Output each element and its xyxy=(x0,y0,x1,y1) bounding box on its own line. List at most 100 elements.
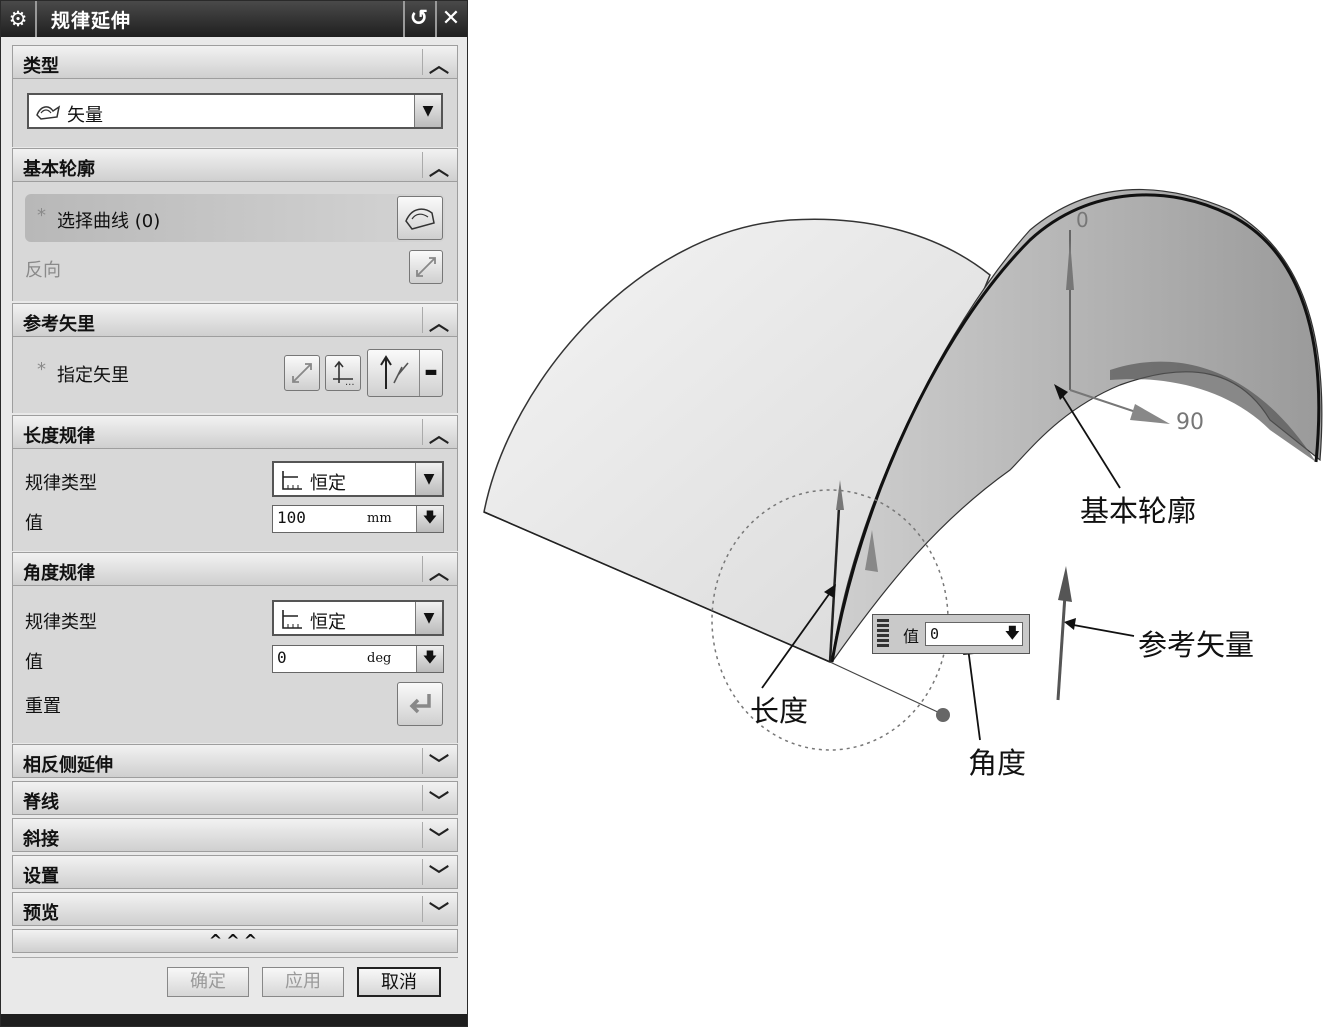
section-header-angle-law[interactable]: 角度规律 ︿ xyxy=(12,552,458,586)
chevron-down-icon[interactable]: ▼ xyxy=(414,95,441,127)
arrow-down-icon[interactable]: 🡇 xyxy=(1005,623,1020,648)
dialog-bottom-bar xyxy=(1,1014,467,1026)
leader-arrowhead xyxy=(1064,618,1076,630)
reset-button[interactable] xyxy=(397,682,443,726)
expand-icon[interactable]: ﹀ xyxy=(429,859,449,888)
length-handle-ball[interactable] xyxy=(936,708,950,722)
handle-value: 0 xyxy=(930,625,940,643)
expand-icon[interactable]: ﹀ xyxy=(429,785,449,814)
angle-unit: deg xyxy=(367,651,392,666)
section-header-spine[interactable]: 脊线 ﹀ xyxy=(12,781,458,815)
reference-vector-arrowhead xyxy=(1058,566,1072,602)
expand-icon[interactable]: ﹀ xyxy=(429,896,449,925)
section-title: 角度规律 xyxy=(23,563,95,584)
reverse-label: 反向 xyxy=(25,260,61,281)
gear-icon[interactable]: ⚙ xyxy=(5,6,31,32)
vector-constructor-icon: ... xyxy=(333,360,355,388)
required-asterisk: * xyxy=(37,359,46,380)
more-options-bar[interactable]: ^^^ xyxy=(12,929,458,953)
section-header-preview[interactable]: 预览 ﹀ xyxy=(12,892,458,926)
more-options-icon[interactable]: ^^^ xyxy=(13,931,457,950)
chevron-down-icon[interactable]: ▬ xyxy=(419,350,442,396)
model-view[interactable] xyxy=(470,0,1329,1029)
reverse-direction-button[interactable] xyxy=(409,250,443,284)
callout-length: 长度 xyxy=(750,694,809,728)
specify-vector-label: 指定矢里 xyxy=(57,365,129,386)
length-unit: mm xyxy=(367,511,392,526)
expand-icon[interactable]: ﹀ xyxy=(429,822,449,851)
section-header-miter[interactable]: 斜接 ﹀ xyxy=(12,818,458,852)
collapse-icon[interactable]: ︿ xyxy=(429,419,449,448)
reverse-vector-button[interactable] xyxy=(284,355,320,391)
inferred-vector-dropdown[interactable]: ▬ xyxy=(367,349,443,397)
ok-button[interactable]: 确定 xyxy=(167,967,249,997)
length-law-type-select[interactable]: 恒定 ▼ xyxy=(272,461,444,497)
angle-dimension-label: 90 xyxy=(1176,410,1204,435)
angle-law-type-select[interactable]: 恒定 ▼ xyxy=(272,600,444,636)
select-curve-label: 选择曲线 (0) xyxy=(57,211,161,232)
leader-reference-vector xyxy=(1067,623,1135,637)
law-type-value: 恒定 xyxy=(310,612,346,633)
graphics-viewport[interactable]: 0 90 值 0 🡇 基本轮廓 参考矢量 长度 角度 xyxy=(470,0,1329,1029)
section-title: 参考矢里 xyxy=(23,314,95,335)
constant-law-icon xyxy=(282,610,302,629)
top-dimension-label: 0 xyxy=(1076,208,1089,232)
handle-label: 值 xyxy=(903,627,920,646)
apply-button[interactable]: 应用 xyxy=(262,967,344,997)
type-select[interactable]: 矢量 ▼ xyxy=(27,93,443,129)
section-title: 预览 xyxy=(23,903,59,924)
reset-dialog-icon[interactable]: ↺ xyxy=(405,5,433,33)
collapse-icon[interactable]: ︿ xyxy=(429,49,449,78)
collapse-icon[interactable]: ︿ xyxy=(429,556,449,585)
section-title: 长度规律 xyxy=(23,426,95,447)
dialog-titlebar: ⚙ 规律延伸 ↺ ✕ xyxy=(1,1,467,37)
expand-icon[interactable]: ﹀ xyxy=(429,748,449,777)
length-handle-line xyxy=(829,661,943,715)
section-header-settings[interactable]: 设置 ﹀ xyxy=(12,855,458,889)
length-value-input[interactable]: 100 mm 🡇 xyxy=(272,505,444,533)
value-label: 值 xyxy=(25,652,43,673)
arrow-down-icon[interactable]: 🡇 xyxy=(416,646,443,672)
law-type-value: 恒定 xyxy=(310,473,346,494)
chevron-down-icon[interactable]: ▼ xyxy=(415,602,442,634)
leader-base-profile xyxy=(1059,391,1121,489)
select-curve-row[interactable]: * 选择曲线 (0) xyxy=(25,194,445,242)
cancel-button[interactable]: 取消 xyxy=(357,967,441,997)
curve-select-button[interactable] xyxy=(397,196,443,240)
section-header-length-law[interactable]: 长度规律 ︿ xyxy=(12,415,458,449)
section-title: 类型 xyxy=(23,56,59,77)
arrow-down-icon[interactable]: 🡇 xyxy=(416,506,443,532)
return-arrow-icon xyxy=(409,694,431,714)
chevron-down-icon[interactable]: ▼ xyxy=(415,463,442,495)
callout-angle: 角度 xyxy=(968,746,1027,780)
section-title: 基本轮廓 xyxy=(23,159,95,180)
law-extension-dialog: ⚙ 规律延伸 ↺ ✕ 类型 ︿ 矢量 ▼ 基本轮廓 ︿ * 选择曲线 (0) 反… xyxy=(0,0,468,1027)
leader-angle xyxy=(967,647,981,741)
drag-grip-icon[interactable] xyxy=(877,619,889,649)
section-body-base-profile: * 选择曲线 (0) 反向 xyxy=(12,182,458,301)
vector-dialog-button[interactable]: ... xyxy=(325,355,361,391)
section-header-base-profile[interactable]: 基本轮廓 ︿ xyxy=(12,148,458,182)
section-header-opposite-extension[interactable]: 相反侧延伸 ﹀ xyxy=(12,744,458,778)
section-body-angle-law: 规律类型 恒定 ▼ 值 0 deg 🡇 重置 xyxy=(12,586,458,743)
titlebar-separator xyxy=(35,1,37,37)
length-value: 100 xyxy=(277,508,306,527)
section-body-type: 矢量 ▼ xyxy=(12,79,458,147)
handle-value-input[interactable]: 0 🡇 xyxy=(925,622,1023,646)
section-header-reference-vector[interactable]: 参考矢里 ︿ xyxy=(12,303,458,337)
angle-value-input[interactable]: 0 deg 🡇 xyxy=(272,645,444,673)
section-title: 设置 xyxy=(23,866,59,887)
onscreen-value-handle[interactable]: 值 0 🡇 xyxy=(872,614,1030,654)
vector-type-icon xyxy=(36,105,61,120)
type-select-value: 矢量 xyxy=(67,105,103,126)
section-body-length-law: 规律类型 恒定 ▼ 值 100 mm 🡇 xyxy=(12,449,458,551)
section-title: 相反侧延伸 xyxy=(23,755,113,776)
required-asterisk: * xyxy=(37,205,46,226)
collapse-icon[interactable]: ︿ xyxy=(429,307,449,336)
law-type-label: 规律类型 xyxy=(25,473,97,494)
collapse-icon[interactable]: ︿ xyxy=(429,152,449,181)
reverse-arrows-icon xyxy=(416,257,436,277)
dialog-title: 规律延伸 xyxy=(51,10,132,32)
close-icon[interactable]: ✕ xyxy=(437,5,465,33)
section-header-type[interactable]: 类型 ︿ xyxy=(12,45,458,79)
